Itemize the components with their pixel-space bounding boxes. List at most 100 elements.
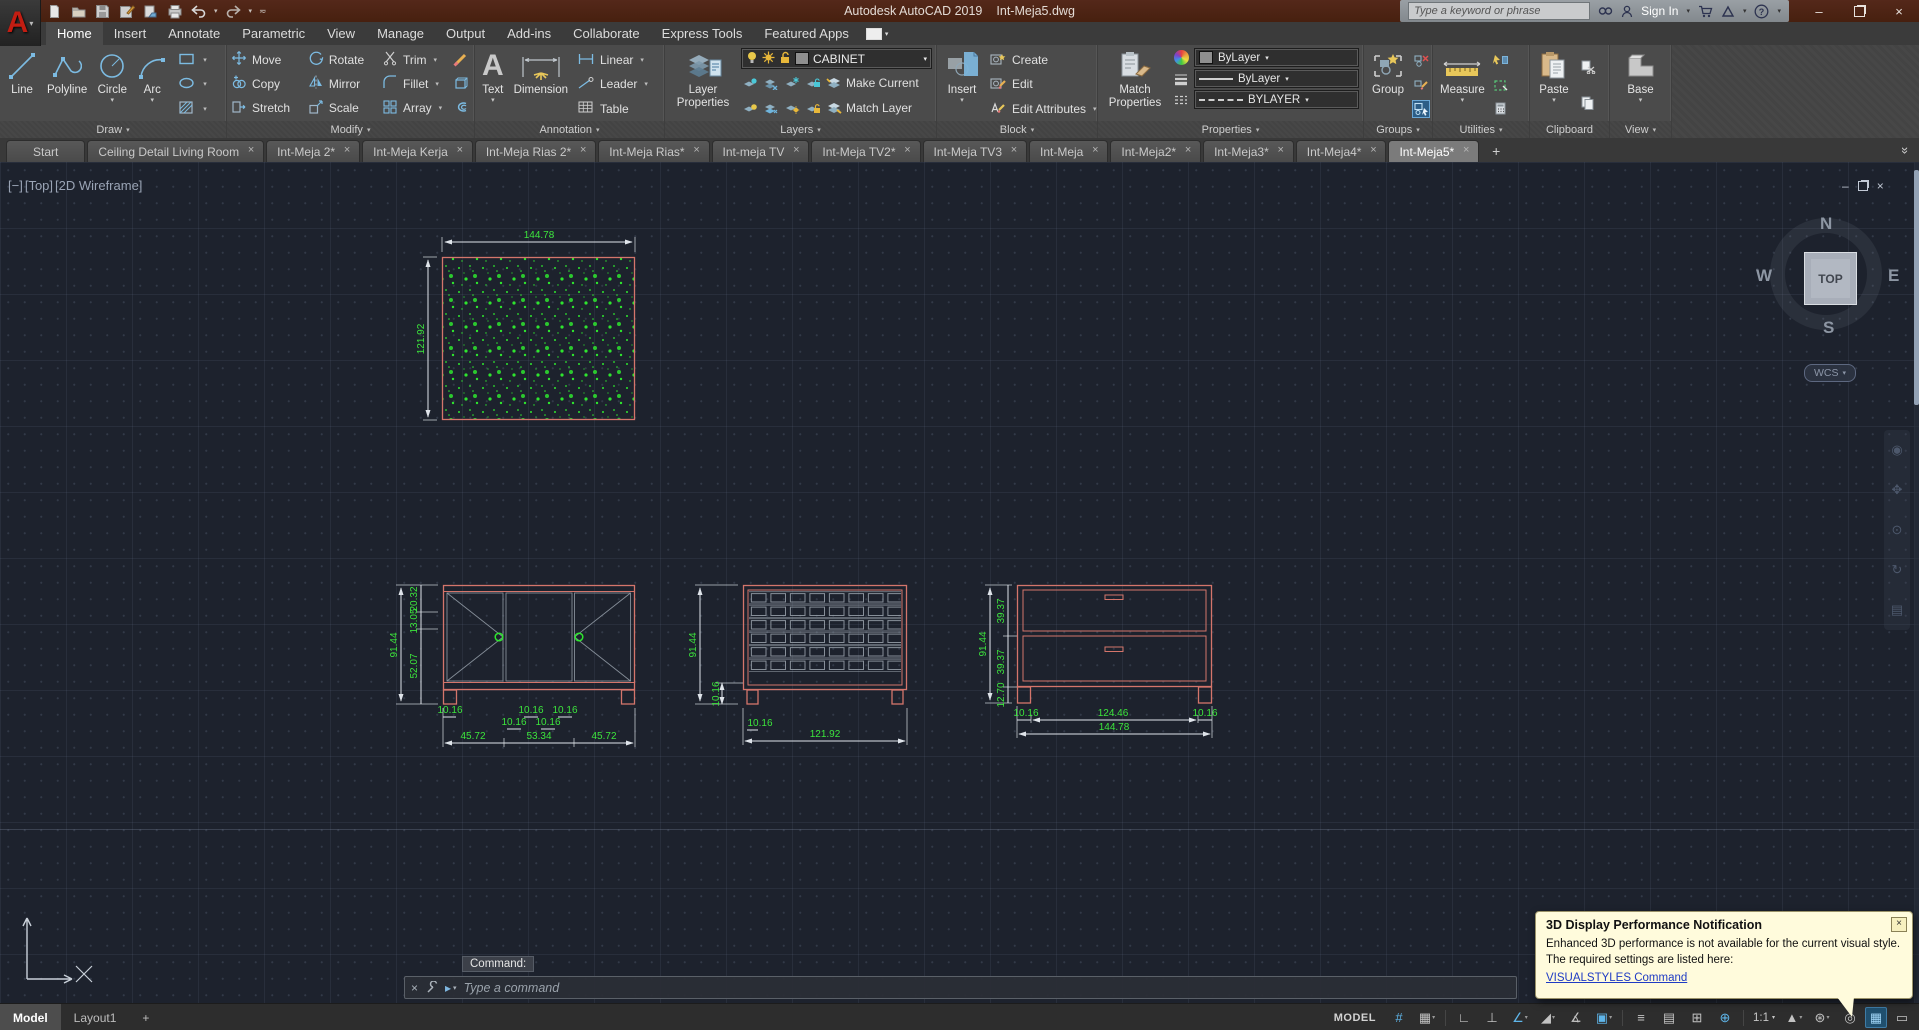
snap-toggle[interactable]: ▦ ▾ — [1414, 1007, 1440, 1028]
file-tab[interactable]: Int-Meja Rias* — [598, 140, 710, 162]
selection-cycling-toggle[interactable]: ⊞ — [1684, 1007, 1710, 1028]
tab-close-icon[interactable] — [902, 144, 914, 156]
match-layer-button[interactable]: Match Layer — [846, 101, 912, 115]
fillet-tool[interactable]: Fillet ▾ — [382, 72, 448, 95]
layer-unlock-icon[interactable] — [804, 99, 822, 117]
group-button[interactable]: Group — [1368, 48, 1408, 121]
rotate-tool[interactable]: Rotate — [308, 48, 370, 71]
model-tab[interactable]: Model — [0, 1004, 61, 1030]
sign-in-dropdown-icon[interactable]: ▾ — [1686, 7, 1690, 15]
file-tab[interactable]: Int-Meja TV3 — [922, 140, 1027, 162]
viewcube-east[interactable]: E — [1888, 266, 1899, 286]
stretch-tool[interactable]: Stretch — [231, 97, 296, 120]
layer-isolate-icon[interactable] — [741, 74, 759, 92]
showmotion-icon[interactable]: ▤ — [1891, 602, 1903, 618]
help-icon[interactable]: ? — [1754, 4, 1769, 19]
file-tab[interactable]: Int-Meja3* — [1203, 140, 1294, 162]
tab-close-icon[interactable] — [341, 144, 353, 156]
tab-close-icon[interactable] — [790, 144, 802, 156]
isodraft-toggle[interactable]: ◢ ▾ — [1535, 1007, 1561, 1028]
panel-footer-utilities[interactable]: Utilities ▾ — [1433, 121, 1529, 138]
lineweight-dropdown[interactable]: ByLayer ▾ — [1194, 69, 1359, 88]
array-tool[interactable]: Array ▾ — [382, 97, 448, 120]
tab-output[interactable]: Output — [435, 22, 496, 45]
ellipse-tool[interactable]: ▾ — [178, 73, 207, 96]
object-snap-tracking-toggle[interactable]: ∡ — [1563, 1007, 1589, 1028]
move-tool[interactable]: Move — [231, 48, 296, 71]
text-tool[interactable]: A Text ▾ — [479, 48, 507, 121]
object-color-dropdown[interactable]: ByLayer ▾ — [1194, 48, 1359, 67]
group-edit-icon[interactable] — [1412, 75, 1430, 93]
viewcube-west[interactable]: W — [1756, 266, 1772, 286]
layer-lock-tool-icon[interactable] — [804, 74, 822, 92]
print-button[interactable] — [166, 3, 183, 20]
application-menu-button[interactable]: A ▾ — [0, 0, 41, 46]
viewcube-north[interactable]: N — [1820, 214, 1832, 234]
file-tab[interactable]: Ceiling Detail Living Room — [87, 140, 265, 162]
navigation-bar[interactable]: ◉ ✥ ⊙ ↻ ▤ — [1884, 430, 1910, 630]
file-tab-active[interactable]: Int-Meja5* — [1388, 140, 1480, 162]
layer-color-swatch[interactable] — [795, 52, 809, 65]
viewcube-south[interactable]: S — [1823, 318, 1834, 338]
layout1-tab[interactable]: Layout1 — [61, 1004, 130, 1030]
calculator-icon[interactable] — [1492, 100, 1510, 118]
tab-close-icon[interactable] — [1460, 144, 1472, 156]
tab-close-icon[interactable] — [691, 144, 703, 156]
paste-button[interactable]: Paste ▾ — [1534, 48, 1574, 121]
ortho-toggle[interactable]: ⊥ — [1479, 1007, 1505, 1028]
layer-dropdown[interactable]: CABINET ▾ — [741, 48, 932, 69]
new-drawing-tab-button[interactable]: + — [1487, 142, 1505, 160]
model-space-indicator[interactable]: MODEL — [1334, 1012, 1376, 1024]
drawing-restore-button[interactable] — [1857, 181, 1868, 191]
ungroup-icon[interactable] — [1412, 51, 1430, 69]
restore-button[interactable] — [1839, 0, 1879, 22]
search-icon[interactable] — [1598, 5, 1613, 18]
layer-freeze-tool-icon[interactable] — [783, 74, 801, 92]
tab-add-ins[interactable]: Add-ins — [496, 22, 562, 45]
group-selection-toggle[interactable] — [1412, 99, 1430, 118]
layer-properties-button[interactable]: Layer Properties — [669, 48, 737, 121]
clean-screen-toggle[interactable]: ▭ — [1889, 1007, 1915, 1028]
drawing-canvas[interactable]: [−] [Top] [2D Wireframe] – × N W E S TOP… — [0, 162, 1919, 1017]
layer-on-icon[interactable] — [746, 51, 758, 67]
file-tab[interactable]: Int-Meja Kerja — [362, 140, 473, 162]
tab-close-icon[interactable] — [1008, 144, 1020, 156]
tab-close-icon[interactable] — [245, 144, 257, 156]
app-store-cart-icon[interactable] — [1698, 5, 1713, 18]
cut-icon[interactable] — [1578, 57, 1596, 75]
viewport-view-control[interactable]: [Top] — [25, 178, 53, 193]
leader-tool[interactable]: Leader ▾ — [577, 73, 648, 96]
mirror-tool[interactable]: Mirror — [308, 72, 370, 95]
create-block-tool[interactable]: Create — [989, 49, 1097, 72]
layer-lock-icon[interactable] — [779, 51, 791, 67]
ribbon-display-toggle[interactable]: ▾ — [865, 22, 888, 45]
lineweight-toggle[interactable]: ≡ — [1628, 1007, 1654, 1028]
layer-thaw-icon[interactable] — [762, 99, 780, 117]
drawing-close-button[interactable]: × — [1877, 179, 1884, 193]
erase-tool[interactable] — [452, 49, 470, 72]
new-layout-button[interactable]: + — [129, 1004, 162, 1030]
orbit-icon[interactable]: ↻ — [1892, 562, 1903, 578]
grid-toggle[interactable]: # — [1386, 1007, 1412, 1028]
file-tab[interactable]: Int-Meja Rias 2* — [474, 140, 597, 162]
make-current-icon[interactable] — [825, 74, 843, 92]
base-button[interactable]: Base ▾ — [1620, 48, 1662, 121]
tab-manage[interactable]: Manage — [366, 22, 435, 45]
panel-footer-clipboard[interactable]: Clipboard — [1530, 121, 1609, 138]
full-navigation-wheel-icon[interactable]: ◉ — [1891, 442, 1902, 458]
save-button[interactable] — [94, 3, 111, 20]
undo-button[interactable] — [190, 3, 207, 20]
tab-home[interactable]: Home — [46, 22, 103, 45]
tab-close-icon[interactable] — [1367, 144, 1379, 156]
panel-footer-groups[interactable]: Groups ▾ — [1364, 121, 1432, 138]
undo-dropdown-icon[interactable]: ▾ — [214, 7, 218, 15]
scale-tool[interactable]: Scale — [308, 97, 370, 120]
copy-clip-icon[interactable] — [1578, 94, 1596, 112]
notification-close-icon[interactable]: × — [1891, 917, 1907, 932]
linear-dimension-tool[interactable]: Linear ▾ — [577, 49, 648, 72]
layer-on-off-icon[interactable] — [741, 99, 759, 117]
file-tab-start[interactable]: Start — [6, 140, 86, 162]
transparency-toggle[interactable]: ▤ — [1656, 1007, 1682, 1028]
make-current-button[interactable]: Make Current — [846, 76, 919, 90]
pan-icon[interactable]: ✥ — [1892, 482, 1903, 498]
